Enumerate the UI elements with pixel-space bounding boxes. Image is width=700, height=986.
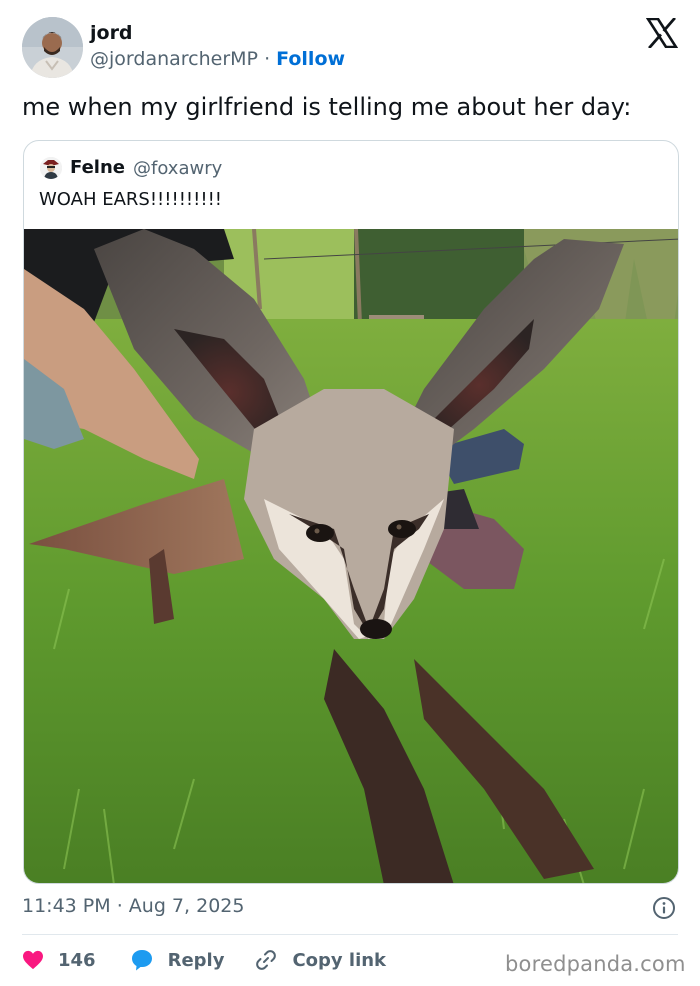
speech-bubble-icon xyxy=(131,950,152,971)
author-avatar[interactable] xyxy=(22,17,83,78)
quoted-tweet-text: WOAH EARS!!!!!!!!!! xyxy=(39,189,222,210)
handle-separator: · xyxy=(264,48,271,70)
tweet-text: me when my girlfriend is telling me abou… xyxy=(22,93,632,121)
reply-label: Reply xyxy=(167,949,225,971)
divider xyxy=(22,934,678,935)
reply-button[interactable]: Reply xyxy=(130,948,225,972)
bat-eared-fox-photo[interactable] xyxy=(24,229,679,884)
like-button[interactable]: 146 xyxy=(22,950,96,971)
quoted-author-name[interactable]: Felne xyxy=(70,157,125,178)
action-bar: 146 Reply Copy link xyxy=(22,946,416,974)
timestamp[interactable]: 11:43 PM · Aug 7, 2025 xyxy=(22,895,244,917)
boredpanda-watermark: boredpanda.com xyxy=(505,952,686,976)
tweet-date: Aug 7, 2025 xyxy=(128,895,245,917)
author-handle-row: @jordanarcherMP · Follow xyxy=(90,48,345,70)
quoted-tweet[interactable]: Felne @foxawry WOAH EARS!!!!!!!!!! xyxy=(23,140,679,884)
tweet-time: 11:43 PM xyxy=(22,895,111,917)
author-handle[interactable]: @jordanarcherMP xyxy=(90,48,258,70)
timestamp-separator: · xyxy=(116,895,123,917)
author-name[interactable]: jord xyxy=(90,22,133,44)
x-logo-icon[interactable] xyxy=(646,18,678,48)
follow-button[interactable]: Follow xyxy=(276,48,345,70)
copy-link-label: Copy link xyxy=(292,949,387,971)
quoted-author-avatar[interactable] xyxy=(40,157,62,179)
heart-icon xyxy=(23,950,43,970)
quoted-author-handle[interactable]: @foxawry xyxy=(133,158,222,179)
copy-link-button[interactable]: Copy link xyxy=(254,948,386,972)
like-count: 146 xyxy=(58,949,96,971)
tweet-card: jord @jordanarcherMP · Follow me when my… xyxy=(0,0,700,986)
link-icon xyxy=(256,950,277,970)
info-icon[interactable] xyxy=(652,896,676,920)
